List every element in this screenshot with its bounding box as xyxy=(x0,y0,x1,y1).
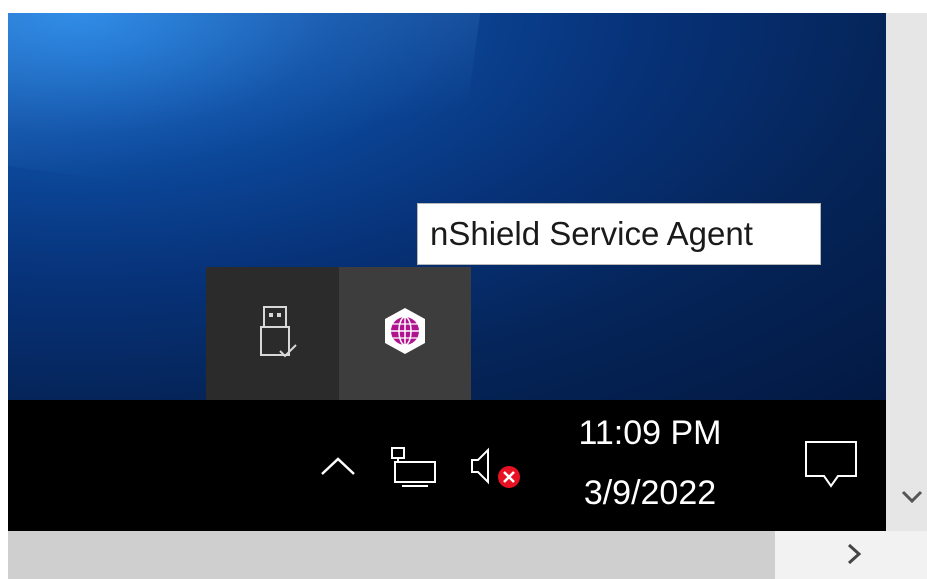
bottom-strip xyxy=(8,531,775,579)
chevron-up-icon xyxy=(321,457,355,475)
checkmark-icon xyxy=(897,482,927,512)
network-monitor-icon xyxy=(391,447,436,487)
usb-drive-icon xyxy=(260,306,297,358)
taskbar xyxy=(8,400,886,531)
volume-button[interactable] xyxy=(466,444,530,492)
network-button[interactable] xyxy=(388,444,444,488)
left-edge xyxy=(0,0,8,579)
clock-date[interactable]: 3/9/2022 xyxy=(560,474,740,513)
speaker-muted-icon xyxy=(471,447,520,488)
action-center-button[interactable] xyxy=(800,438,864,496)
notification-icon xyxy=(805,441,857,488)
clock-time[interactable]: 11:09 PM xyxy=(560,414,740,453)
chevron-right-icon[interactable] xyxy=(842,540,866,575)
show-hidden-icons-button[interactable] xyxy=(316,448,360,484)
flyout-item-nshield-service-agent[interactable] xyxy=(339,267,471,400)
flyout-item-safely-remove[interactable] xyxy=(206,267,338,400)
nshield-globe-icon xyxy=(385,308,425,354)
tray-overflow-flyout xyxy=(206,267,471,400)
tray-tooltip: nShield Service Agent xyxy=(417,203,821,265)
